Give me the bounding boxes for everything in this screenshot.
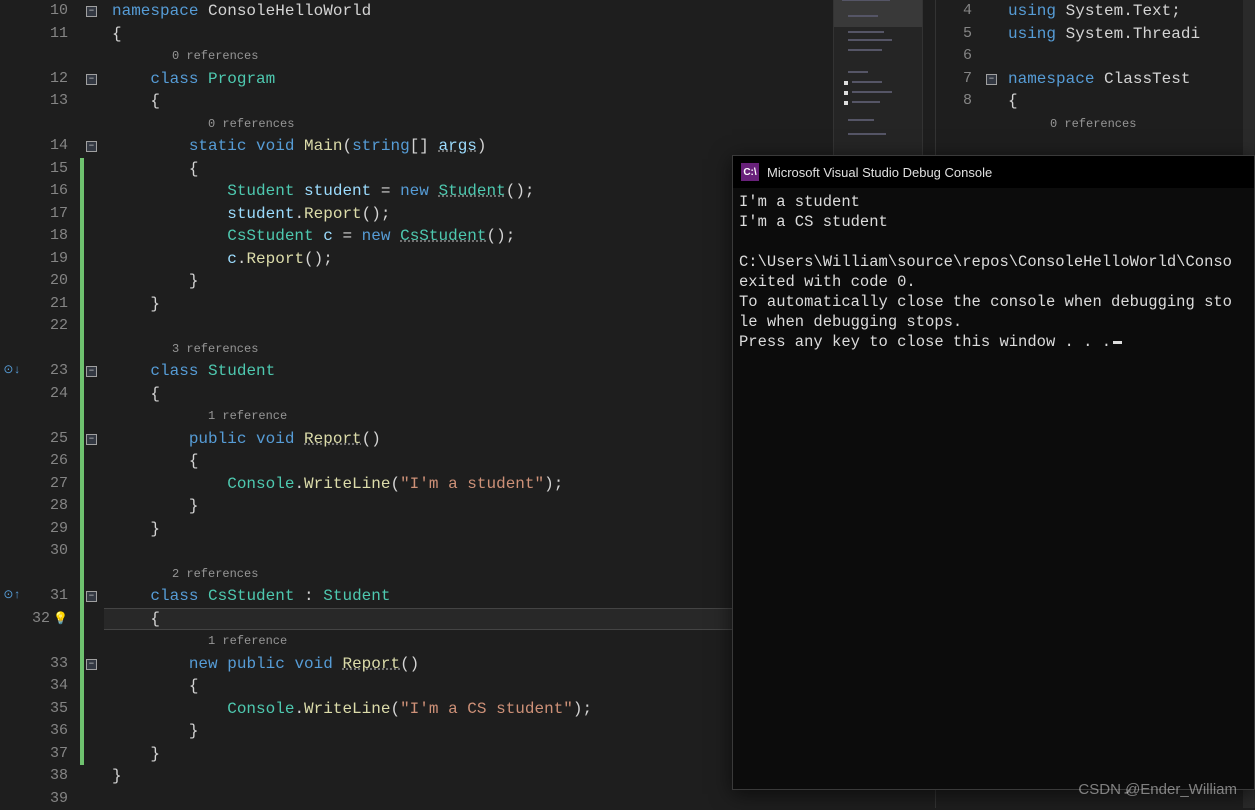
codelens-references[interactable]: 3 references (172, 338, 258, 361)
line-number: 23 (24, 360, 68, 383)
line-number-gutter: 1011 1213 141516171819202122 2324 2526272829… (24, 0, 80, 808)
glyph-margin: ⊙↓ ⊙↑ (0, 0, 24, 808)
line-number: 37 (24, 743, 68, 766)
fold-toggle[interactable]: − (86, 74, 97, 85)
code-line[interactable]: namespace ConsoleHelloWorld (112, 0, 935, 23)
line-number: 28 (24, 495, 68, 518)
text-cursor (1113, 341, 1122, 344)
fold-gutter[interactable]: − − − − − − − (84, 0, 104, 808)
line-number: 29 (24, 518, 68, 541)
code-line[interactable]: { (112, 23, 935, 46)
line-number: 19 (24, 248, 68, 271)
line-number: 27 (24, 473, 68, 496)
code-line[interactable] (1008, 45, 1255, 68)
code-line[interactable]: using System.Text; (1008, 0, 1255, 23)
line-number: 4 (936, 0, 972, 23)
console-icon: C:\ (741, 163, 759, 181)
line-number: 13 (24, 90, 68, 113)
codelens-references[interactable]: 1 reference (208, 630, 287, 653)
line-number: 17 (24, 203, 68, 226)
codelens-references[interactable]: 0 references (208, 113, 294, 136)
line-number: 16 (24, 180, 68, 203)
line-number: 25 (24, 428, 68, 451)
line-number: 24 (24, 383, 68, 406)
line-number: 26 (24, 450, 68, 473)
line-number: 10 (24, 0, 68, 23)
fold-toggle[interactable]: − (86, 659, 97, 670)
code-line[interactable]: { (112, 90, 935, 113)
fold-toggle[interactable]: − (86, 434, 97, 445)
line-number: 35 (24, 698, 68, 721)
codelens-references[interactable]: 2 references (172, 563, 258, 586)
line-number: 33 (24, 653, 68, 676)
watermark: CSDN @Ender_William (1078, 781, 1237, 798)
code-line[interactable]: class Program (112, 68, 935, 91)
codelens-references[interactable]: 1 reference (208, 405, 287, 428)
line-number: 5 (936, 23, 972, 46)
line-number: 30 (24, 540, 68, 563)
console-titlebar[interactable]: C:\ Microsoft Visual Studio Debug Consol… (733, 156, 1254, 188)
line-number: 34 (24, 675, 68, 698)
override-glyph-icon[interactable]: ⊙↓ (2, 362, 22, 377)
line-number: 31 (24, 585, 68, 608)
line-number: 38 (24, 765, 68, 788)
line-number: 18 (24, 225, 68, 248)
fold-toggle[interactable]: − (986, 74, 997, 85)
minimap[interactable] (833, 0, 923, 162)
code-line[interactable]: namespace ClassTest (1008, 68, 1255, 91)
line-number: 20 (24, 270, 68, 293)
line-number: 22 (24, 315, 68, 338)
debug-console-window[interactable]: C:\ Microsoft Visual Studio Debug Consol… (732, 155, 1255, 790)
line-number: 39 (24, 788, 68, 810)
fold-toggle[interactable]: − (86, 141, 97, 152)
code-line[interactable]: using System.Threadi (1008, 23, 1255, 46)
console-title: Microsoft Visual Studio Debug Console (767, 165, 992, 180)
codelens-references[interactable]: 0 references (1050, 113, 1136, 136)
line-number: 36 (24, 720, 68, 743)
line-number: 11 (24, 23, 68, 46)
line-number: 7 (936, 68, 972, 91)
line-number: 32 (24, 608, 68, 631)
code-line[interactable]: { (1008, 90, 1255, 113)
line-number: 6 (936, 45, 972, 68)
line-number: 14 (24, 135, 68, 158)
code-line[interactable] (112, 788, 935, 810)
fold-toggle[interactable]: − (86, 591, 97, 602)
line-number: 15 (24, 158, 68, 181)
fold-toggle[interactable]: − (86, 6, 97, 17)
line-number: 12 (24, 68, 68, 91)
line-number: 21 (24, 293, 68, 316)
override-glyph-icon[interactable]: ⊙↑ (2, 587, 22, 602)
codelens-references[interactable]: 0 references (172, 45, 258, 68)
line-number: 8 (936, 90, 972, 113)
console-output: I'm a student I'm a CS student C:\Users\… (733, 188, 1254, 356)
fold-toggle[interactable]: − (86, 366, 97, 377)
